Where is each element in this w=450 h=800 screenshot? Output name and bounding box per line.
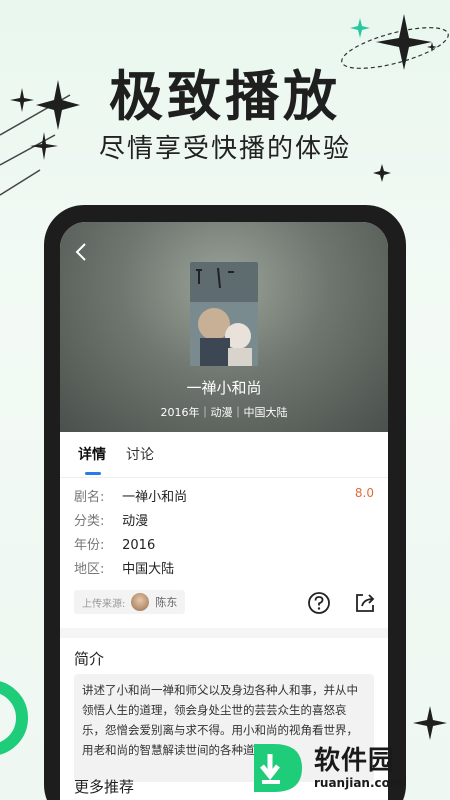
info-value: 中国大陆 [122,562,175,577]
tab-indicator [85,472,101,475]
info-value: 2016 [122,538,156,553]
info-row-year: 年份: 2016 [74,534,374,556]
share-button[interactable] [352,590,378,616]
show-meta: 2016年｜动漫｜中国大陆 [160,406,288,419]
poster-image[interactable] [190,262,258,366]
promo-title: 极致播放 [109,65,341,128]
uploader-chip[interactable]: 上传来源: 陈东 [74,590,186,614]
info-key: 剧名: [74,490,105,505]
info-value: 动漫 [122,514,149,529]
info-key: 年份: [74,538,105,553]
hero-banner: 一禅小和尚 2016年｜动漫｜中国大陆 [60,222,388,432]
show-title: 一禅小和尚 [186,379,262,397]
watermark-cn: 软件园 [314,746,396,776]
avatar [131,593,150,611]
chevron-left-icon [75,243,86,261]
uploader-name: 陈东 [155,596,178,609]
info-value: 一禅小和尚 [122,490,188,505]
watermark: 软件园 ruanjian.com [250,740,445,796]
section-divider [60,628,388,638]
share-icon [356,594,375,612]
tab-details[interactable]: 详情 [78,444,106,464]
detail-screen: 一禅小和尚 2016年｜动漫｜中国大陆 详情 讨论 剧名: 一禅小和尚 8.0 … [60,222,388,800]
watermark-url: ruanjian.com [314,776,403,790]
back-button[interactable] [70,240,94,264]
tab-discussion[interactable]: 讨论 [126,444,154,464]
question-icon [308,592,330,614]
rating-score: 8.0 [354,486,374,500]
info-row-category: 分类: 动漫 [74,510,374,532]
promo-subtitle: 尽情享受快播的体验 [98,134,351,164]
watermark-logo-icon [250,740,310,796]
info-key: 地区: [74,562,105,577]
detail-tabs: 详情 讨论 [60,432,388,478]
uploader-label: 上传来源: [82,598,126,610]
more-recommend-heading: 更多推荐 [74,778,135,796]
info-row-title: 剧名: 一禅小和尚 [74,486,374,508]
info-key: 分类: [74,514,105,529]
help-button[interactable] [306,590,332,616]
info-row-region: 地区: 中国大陆 [74,558,374,580]
synopsis-heading: 简介 [74,650,105,668]
